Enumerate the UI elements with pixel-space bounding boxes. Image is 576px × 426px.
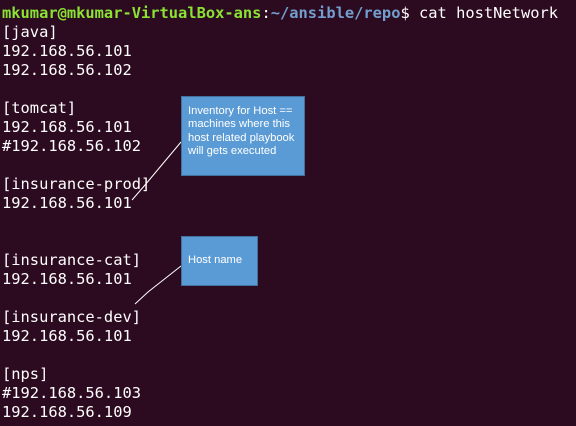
output-line: [insurance-dev]	[2, 308, 141, 326]
output-line: [nps]	[2, 365, 49, 383]
prompt-separator: :	[261, 4, 271, 22]
command-text: cat hostNetwork	[419, 4, 559, 22]
output-line: 192.168.56.101	[2, 270, 132, 288]
hostname-callout-pointer	[134, 265, 182, 305]
host-name-callout: Host name	[181, 236, 258, 286]
prompt-symbol: $	[400, 4, 420, 22]
output-line: 192.168.56.101	[2, 42, 132, 60]
output-line: #192.168.56.102	[2, 137, 141, 155]
output-line: [java]	[2, 23, 58, 41]
output-line: 192.168.56.109	[2, 403, 132, 421]
prompt-line: mkumar@mkumar-VirtualBox-ans:~/ansible/r…	[2, 4, 558, 23]
prompt-user-host: mkumar@mkumar-VirtualBox-ans	[2, 4, 262, 22]
inventory-callout: Inventory for Host == machines where thi…	[181, 96, 305, 176]
output-line: #192.168.56.103	[2, 384, 141, 402]
output-line: [insurance-cat]	[2, 251, 141, 269]
output-line: 192.168.56.101	[2, 194, 132, 212]
prompt-path: ~/ansible/repo	[270, 4, 401, 22]
output-line: 192.168.56.102	[2, 61, 132, 79]
output-line: [insurance-prod]	[2, 175, 151, 193]
terminal-window[interactable]: mkumar@mkumar-VirtualBox-ans:~/ansible/r…	[0, 0, 576, 426]
output-line: [tomcat]	[2, 99, 77, 117]
output-line: 192.168.56.101	[2, 327, 132, 345]
output-line: 192.168.56.101	[2, 118, 132, 136]
